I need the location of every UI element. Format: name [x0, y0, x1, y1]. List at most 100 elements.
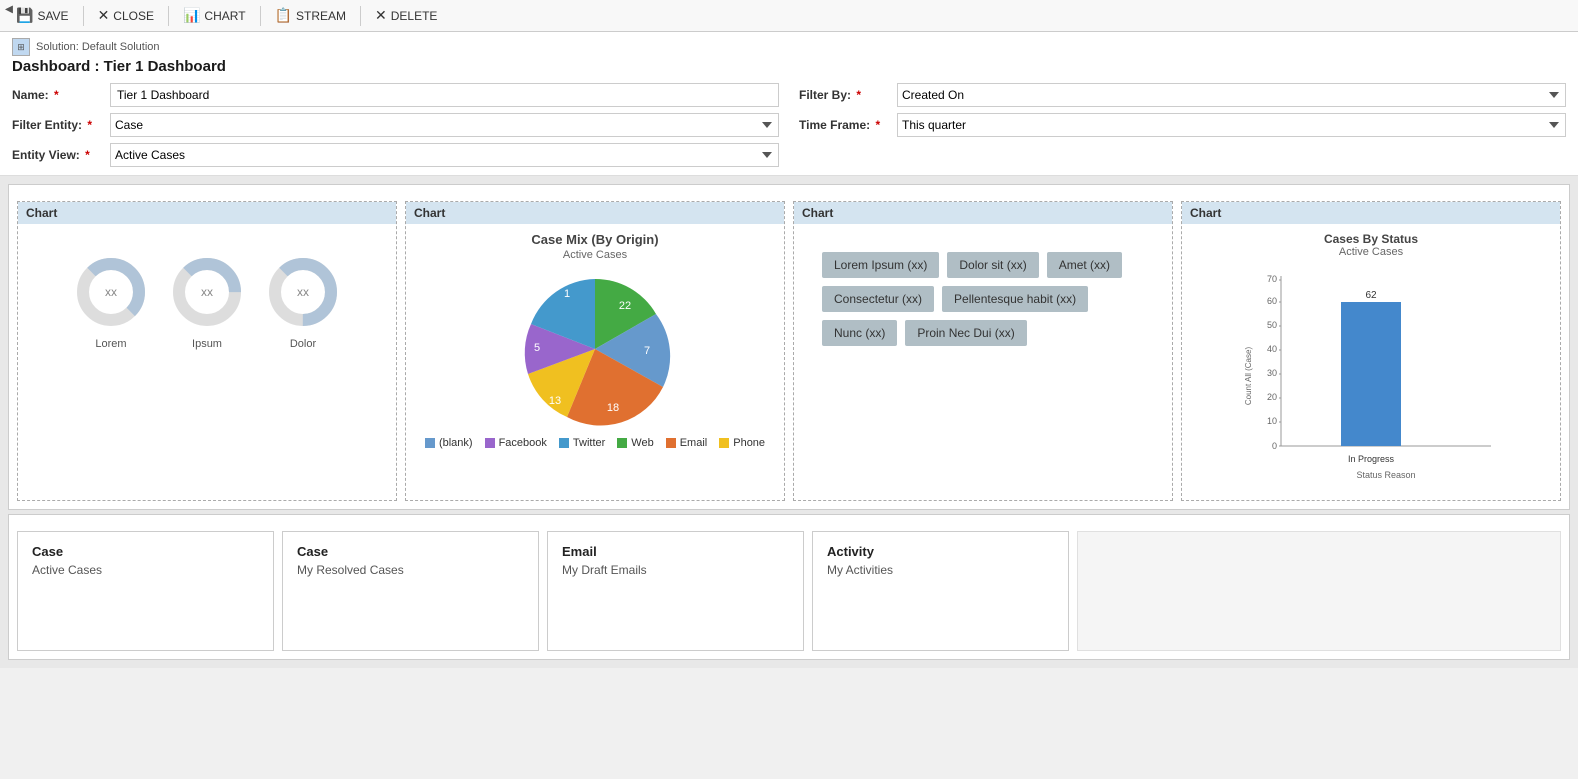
- svg-text:1: 1: [564, 288, 570, 300]
- header-area: ⊞ Solution: Default Solution Dashboard :…: [0, 32, 1578, 176]
- list-card-3[interactable]: Email My Draft Emails: [547, 531, 804, 651]
- save-label: SAVE: [37, 9, 68, 23]
- list-card-4[interactable]: Activity My Activities: [812, 531, 1069, 651]
- solution-icon: ⊞: [12, 38, 30, 56]
- chart3-header: Chart: [794, 202, 1172, 224]
- lists-section: ◀ Case Active Cases Case My Resolved Cas…: [8, 514, 1570, 660]
- svg-text:20: 20: [1267, 392, 1277, 402]
- delete-icon: ✕: [375, 7, 387, 24]
- separator: [260, 6, 261, 26]
- chart-label: CHART: [204, 9, 245, 23]
- entity-view-label: Entity View: *: [12, 148, 102, 162]
- list-card-2-sub: My Resolved Cases: [297, 563, 524, 577]
- entity-view-row: Entity View: * Active Cases: [12, 143, 779, 167]
- svg-text:62: 62: [1365, 290, 1377, 301]
- legend-email: Email: [666, 437, 708, 449]
- donut-svg-1: xx: [71, 252, 151, 332]
- filter-entity-label: Filter Entity: *: [12, 118, 102, 132]
- separator: [168, 6, 169, 26]
- svg-text:Count All (Case): Count All (Case): [1244, 347, 1253, 406]
- list-card-2-title: Case: [297, 544, 524, 559]
- bar-svg: 0 10 20 30 40 50 60: [1194, 266, 1548, 486]
- dashboard-title: Dashboard : Tier 1 Dashboard: [12, 58, 1566, 75]
- entity-view-select[interactable]: Active Cases: [110, 143, 779, 167]
- toolbar: 💾 SAVE ✕ CLOSE 📊 CHART 📋 STREAM ✕ DELETE: [0, 0, 1578, 32]
- legend-blank: (blank): [425, 437, 473, 449]
- svg-text:xx: xx: [201, 285, 213, 299]
- svg-text:xx: xx: [105, 285, 117, 299]
- donut-item-3: xx Dolor: [263, 252, 343, 350]
- svg-text:50: 50: [1267, 320, 1277, 330]
- list-card-empty: [1077, 531, 1561, 651]
- main-content: ◀ Chart xx Lorem: [0, 176, 1578, 668]
- svg-text:60: 60: [1267, 296, 1277, 306]
- donut-label-2: Ipsum: [192, 338, 222, 350]
- filter-by-select[interactable]: Created On: [897, 83, 1566, 107]
- time-frame-row: Time Frame: * This quarter: [799, 113, 1566, 137]
- legend-twitter: Twitter: [559, 437, 605, 449]
- donut-svg-3: xx: [263, 252, 343, 332]
- tag-2[interactable]: Dolor sit (xx): [947, 252, 1038, 278]
- charts-row: Chart xx Lorem: [17, 201, 1561, 501]
- pie-chart-subtitle: Active Cases: [563, 249, 627, 261]
- time-frame-label: Time Frame: *: [799, 118, 889, 132]
- svg-text:5: 5: [534, 342, 540, 354]
- name-input[interactable]: [110, 83, 779, 107]
- bar-chart-subtitle: Active Cases: [1339, 246, 1403, 258]
- tag-cloud: Lorem Ipsum (xx) Dolor sit (xx) Amet (xx…: [802, 232, 1164, 366]
- pie-svg: 22 7 18 13 5 1: [515, 269, 675, 429]
- svg-text:Status Reason: Status Reason: [1356, 470, 1415, 480]
- tag-4[interactable]: Consectetur (xx): [822, 286, 934, 312]
- filter-by-label: Filter By: *: [799, 88, 889, 102]
- chart-4: Chart Cases By Status Active Cases 0: [1181, 201, 1561, 501]
- save-icon: 💾: [16, 7, 33, 24]
- save-button[interactable]: 💾 SAVE: [8, 4, 77, 27]
- filter-entity-row: Filter Entity: * Case: [12, 113, 779, 137]
- delete-button[interactable]: ✕ DELETE: [367, 4, 445, 27]
- solution-line: ⊞ Solution: Default Solution: [12, 38, 1566, 56]
- stream-button[interactable]: 📋 STREAM: [267, 4, 354, 27]
- chart4-body: Cases By Status Active Cases 0 10: [1182, 224, 1560, 494]
- svg-text:18: 18: [607, 402, 619, 414]
- tag-6[interactable]: Nunc (xx): [822, 320, 897, 346]
- chart-icon: 📊: [183, 7, 200, 24]
- time-frame-select[interactable]: This quarter: [897, 113, 1566, 137]
- name-label: Name: *: [12, 88, 102, 102]
- donut-label-1: Lorem: [95, 338, 126, 350]
- tag-5[interactable]: Pellentesque habit (xx): [942, 286, 1088, 312]
- list-card-1-title: Case: [32, 544, 259, 559]
- solution-text: Solution: Default Solution: [36, 41, 160, 53]
- svg-text:13: 13: [549, 395, 561, 407]
- separator: [83, 6, 84, 26]
- list-card-1[interactable]: Case Active Cases: [17, 531, 274, 651]
- list-card-3-sub: My Draft Emails: [562, 563, 789, 577]
- svg-text:30: 30: [1267, 368, 1277, 378]
- close-button[interactable]: ✕ CLOSE: [90, 4, 162, 27]
- list-card-4-sub: My Activities: [827, 563, 1054, 577]
- list-card-2[interactable]: Case My Resolved Cases: [282, 531, 539, 651]
- chart2-body: Case Mix (By Origin) Active Cases: [406, 224, 784, 494]
- close-label: CLOSE: [113, 9, 154, 23]
- svg-text:0: 0: [1272, 441, 1277, 451]
- svg-text:22: 22: [619, 300, 631, 312]
- legend-phone: Phone: [719, 437, 765, 449]
- filter-entity-select[interactable]: Case: [110, 113, 779, 137]
- chart-button[interactable]: 📊 CHART: [175, 4, 254, 27]
- name-row: Name: *: [12, 83, 779, 107]
- chart-1: Chart xx Lorem: [17, 201, 397, 501]
- tag-1[interactable]: Lorem Ipsum (xx): [822, 252, 939, 278]
- tag-7[interactable]: Proin Nec Dui (xx): [905, 320, 1026, 346]
- close-icon: ✕: [98, 7, 110, 24]
- chart1-header: Chart: [18, 202, 396, 224]
- tag-3[interactable]: Amet (xx): [1047, 252, 1122, 278]
- svg-text:7: 7: [644, 345, 650, 357]
- legend-facebook: Facebook: [485, 437, 547, 449]
- separator: [360, 6, 361, 26]
- bar-chart-title: Cases By Status: [1324, 232, 1418, 246]
- svg-text:xx: xx: [297, 285, 309, 299]
- chart1-body: xx Lorem xx Ipsum: [18, 224, 396, 494]
- delete-label: DELETE: [391, 9, 438, 23]
- form-grid: Name: * Filter Entity: * Case Entity Vie…: [12, 83, 1566, 167]
- svg-text:In Progress: In Progress: [1348, 454, 1395, 464]
- donut-item-2: xx Ipsum: [167, 252, 247, 350]
